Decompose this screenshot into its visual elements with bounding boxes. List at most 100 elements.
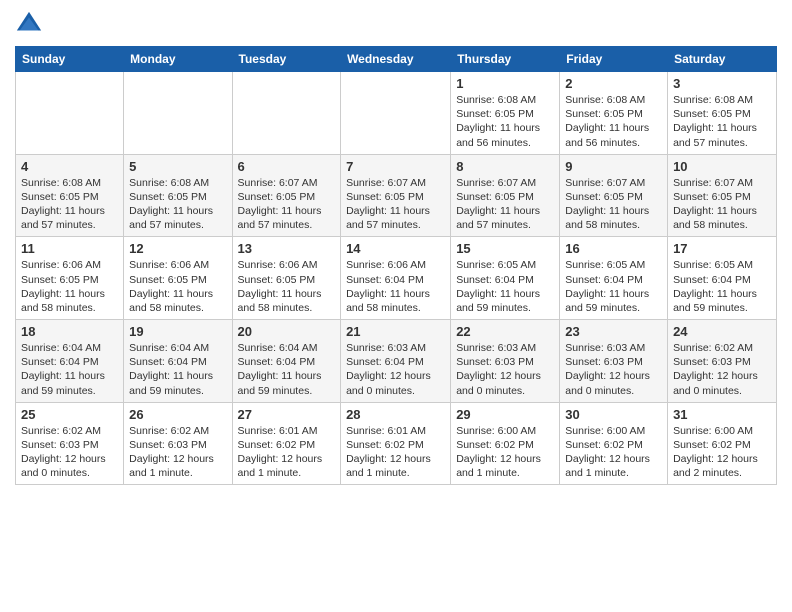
cell-inner: 7Sunrise: 6:07 AM Sunset: 6:05 PM Daylig… <box>346 159 445 233</box>
day-info: Sunrise: 6:07 AM Sunset: 6:05 PM Dayligh… <box>238 176 336 233</box>
day-number: 14 <box>346 241 445 256</box>
day-info: Sunrise: 6:04 AM Sunset: 6:04 PM Dayligh… <box>238 341 336 398</box>
weekday-header-monday: Monday <box>124 47 232 72</box>
cell-inner: 27 Sunrise: 6:01 AM Sunset: 6:02 PM Dayli… <box>238 407 336 481</box>
day-number: 4 <box>21 159 118 174</box>
day-info: Sunrise: 6:03 AM Sunset: 6:03 PM Dayligh… <box>565 341 662 398</box>
calendar-week-row: 1Sunrise: 6:08 AM Sunset: 6:05 PM Daylig… <box>16 72 777 155</box>
day-info: Sunrise: 6:01 AM Sunset: 6:02 PM Dayligh… <box>238 424 336 481</box>
weekday-header-sunday: Sunday <box>16 47 124 72</box>
calendar-cell: 27 Sunrise: 6:01 AM Sunset: 6:02 PM Dayli… <box>232 402 341 485</box>
calendar-cell <box>16 72 124 155</box>
day-number: 25 <box>21 407 118 422</box>
day-info: Sunrise: 6:00 AM Sunset: 6:02 PM Dayligh… <box>565 424 662 481</box>
day-number: 16 <box>565 241 662 256</box>
cell-inner: 11Sunrise: 6:06 AM Sunset: 6:05 PM Dayli… <box>21 241 118 315</box>
calendar-cell: 31Sunrise: 6:00 AM Sunset: 6:02 PM Dayli… <box>668 402 777 485</box>
day-info: Sunrise: 6:06 AM Sunset: 6:05 PM Dayligh… <box>238 258 336 315</box>
day-number: 2 <box>565 76 662 91</box>
day-number: 26 <box>129 407 226 422</box>
calendar-cell: 5Sunrise: 6:08 AM Sunset: 6:05 PM Daylig… <box>124 154 232 237</box>
calendar-cell: 15Sunrise: 6:05 AM Sunset: 6:04 PM Dayli… <box>451 237 560 320</box>
cell-inner: 12Sunrise: 6:06 AM Sunset: 6:05 PM Dayli… <box>129 241 226 315</box>
calendar-cell: 26Sunrise: 6:02 AM Sunset: 6:03 PM Dayli… <box>124 402 232 485</box>
day-number: 8 <box>456 159 554 174</box>
day-number: 19 <box>129 324 226 339</box>
calendar-cell: 24Sunrise: 6:02 AM Sunset: 6:03 PM Dayli… <box>668 320 777 403</box>
cell-inner: 1Sunrise: 6:08 AM Sunset: 6:05 PM Daylig… <box>456 76 554 150</box>
day-info: Sunrise: 6:06 AM Sunset: 6:05 PM Dayligh… <box>21 258 118 315</box>
day-info: Sunrise: 6:05 AM Sunset: 6:04 PM Dayligh… <box>565 258 662 315</box>
cell-inner: 20 Sunrise: 6:04 AM Sunset: 6:04 PM Dayli… <box>238 324 336 398</box>
day-number: 6 <box>238 159 336 174</box>
cell-inner: 9Sunrise: 6:07 AM Sunset: 6:05 PM Daylig… <box>565 159 662 233</box>
calendar-cell: 21Sunrise: 6:03 AM Sunset: 6:04 PM Dayli… <box>341 320 451 403</box>
cell-inner: 16 Sunrise: 6:05 AM Sunset: 6:04 PM Dayli… <box>565 241 662 315</box>
cell-inner: 18Sunrise: 6:04 AM Sunset: 6:04 PM Dayli… <box>21 324 118 398</box>
day-info: Sunrise: 6:06 AM Sunset: 6:05 PM Dayligh… <box>129 258 226 315</box>
day-info: Sunrise: 6:02 AM Sunset: 6:03 PM Dayligh… <box>673 341 771 398</box>
day-number: 20 <box>238 324 336 339</box>
cell-inner: 31Sunrise: 6:00 AM Sunset: 6:02 PM Dayli… <box>673 407 771 481</box>
cell-inner: 14 Sunrise: 6:06 AM Sunset: 6:04 PM Dayli… <box>346 241 445 315</box>
calendar-week-row: 11Sunrise: 6:06 AM Sunset: 6:05 PM Dayli… <box>16 237 777 320</box>
calendar-cell: 7Sunrise: 6:07 AM Sunset: 6:05 PM Daylig… <box>341 154 451 237</box>
cell-inner: 3Sunrise: 6:08 AM Sunset: 6:05 PM Daylig… <box>673 76 771 150</box>
day-number: 27 <box>238 407 336 422</box>
day-info: Sunrise: 6:07 AM Sunset: 6:05 PM Dayligh… <box>456 176 554 233</box>
day-info: Sunrise: 6:08 AM Sunset: 6:05 PM Dayligh… <box>456 93 554 150</box>
cell-inner: 2 Sunrise: 6:08 AM Sunset: 6:05 PM Daylig… <box>565 76 662 150</box>
cell-inner: 5Sunrise: 6:08 AM Sunset: 6:05 PM Daylig… <box>129 159 226 233</box>
day-info: Sunrise: 6:00 AM Sunset: 6:02 PM Dayligh… <box>456 424 554 481</box>
day-info: Sunrise: 6:03 AM Sunset: 6:03 PM Dayligh… <box>456 341 554 398</box>
calendar-cell: 13Sunrise: 6:06 AM Sunset: 6:05 PM Dayli… <box>232 237 341 320</box>
calendar-cell: 29Sunrise: 6:00 AM Sunset: 6:02 PM Dayli… <box>451 402 560 485</box>
calendar-week-row: 4 Sunrise: 6:08 AM Sunset: 6:05 PM Daylig… <box>16 154 777 237</box>
calendar-cell: 3Sunrise: 6:08 AM Sunset: 6:05 PM Daylig… <box>668 72 777 155</box>
calendar-cell: 8 Sunrise: 6:07 AM Sunset: 6:05 PM Daylig… <box>451 154 560 237</box>
calendar-cell <box>341 72 451 155</box>
cell-inner: 24Sunrise: 6:02 AM Sunset: 6:03 PM Dayli… <box>673 324 771 398</box>
day-number: 10 <box>673 159 771 174</box>
day-info: Sunrise: 6:02 AM Sunset: 6:03 PM Dayligh… <box>21 424 118 481</box>
weekday-header-tuesday: Tuesday <box>232 47 341 72</box>
calendar-cell: 4 Sunrise: 6:08 AM Sunset: 6:05 PM Daylig… <box>16 154 124 237</box>
day-number: 30 <box>565 407 662 422</box>
day-info: Sunrise: 6:06 AM Sunset: 6:04 PM Dayligh… <box>346 258 445 315</box>
day-number: 21 <box>346 324 445 339</box>
calendar-cell: 12Sunrise: 6:06 AM Sunset: 6:05 PM Dayli… <box>124 237 232 320</box>
cell-inner: 6 Sunrise: 6:07 AM Sunset: 6:05 PM Daylig… <box>238 159 336 233</box>
weekday-header-friday: Friday <box>560 47 668 72</box>
day-info: Sunrise: 6:04 AM Sunset: 6:04 PM Dayligh… <box>129 341 226 398</box>
calendar-cell: 23Sunrise: 6:03 AM Sunset: 6:03 PM Dayli… <box>560 320 668 403</box>
cell-inner: 21Sunrise: 6:03 AM Sunset: 6:04 PM Dayli… <box>346 324 445 398</box>
day-info: Sunrise: 6:04 AM Sunset: 6:04 PM Dayligh… <box>21 341 118 398</box>
day-info: Sunrise: 6:08 AM Sunset: 6:05 PM Dayligh… <box>21 176 118 233</box>
calendar-cell: 18Sunrise: 6:04 AM Sunset: 6:04 PM Dayli… <box>16 320 124 403</box>
calendar-cell: 10Sunrise: 6:07 AM Sunset: 6:05 PM Dayli… <box>668 154 777 237</box>
cell-inner: 4 Sunrise: 6:08 AM Sunset: 6:05 PM Daylig… <box>21 159 118 233</box>
day-info: Sunrise: 6:08 AM Sunset: 6:05 PM Dayligh… <box>565 93 662 150</box>
calendar-cell: 28Sunrise: 6:01 AM Sunset: 6:02 PM Dayli… <box>341 402 451 485</box>
calendar-cell: 25 Sunrise: 6:02 AM Sunset: 6:03 PM Dayli… <box>16 402 124 485</box>
cell-inner: 15Sunrise: 6:05 AM Sunset: 6:04 PM Dayli… <box>456 241 554 315</box>
day-info: Sunrise: 6:01 AM Sunset: 6:02 PM Dayligh… <box>346 424 445 481</box>
calendar-cell: 20 Sunrise: 6:04 AM Sunset: 6:04 PM Dayli… <box>232 320 341 403</box>
cell-inner: 13Sunrise: 6:06 AM Sunset: 6:05 PM Dayli… <box>238 241 336 315</box>
day-info: Sunrise: 6:07 AM Sunset: 6:05 PM Dayligh… <box>565 176 662 233</box>
calendar-cell: 1Sunrise: 6:08 AM Sunset: 6:05 PM Daylig… <box>451 72 560 155</box>
calendar-cell: 2 Sunrise: 6:08 AM Sunset: 6:05 PM Daylig… <box>560 72 668 155</box>
day-number: 3 <box>673 76 771 91</box>
calendar-table: SundayMondayTuesdayWednesdayThursdayFrid… <box>15 46 777 485</box>
cell-inner: 8 Sunrise: 6:07 AM Sunset: 6:05 PM Daylig… <box>456 159 554 233</box>
day-number: 5 <box>129 159 226 174</box>
cell-inner: 29Sunrise: 6:00 AM Sunset: 6:02 PM Dayli… <box>456 407 554 481</box>
calendar-cell: 14 Sunrise: 6:06 AM Sunset: 6:04 PM Dayli… <box>341 237 451 320</box>
day-number: 7 <box>346 159 445 174</box>
cell-inner: 17Sunrise: 6:05 AM Sunset: 6:04 PM Dayli… <box>673 241 771 315</box>
calendar-cell: 30 Sunrise: 6:00 AM Sunset: 6:02 PM Dayli… <box>560 402 668 485</box>
cell-inner: 19 Sunrise: 6:04 AM Sunset: 6:04 PM Dayli… <box>129 324 226 398</box>
day-number: 17 <box>673 241 771 256</box>
day-number: 22 <box>456 324 554 339</box>
calendar-cell <box>124 72 232 155</box>
